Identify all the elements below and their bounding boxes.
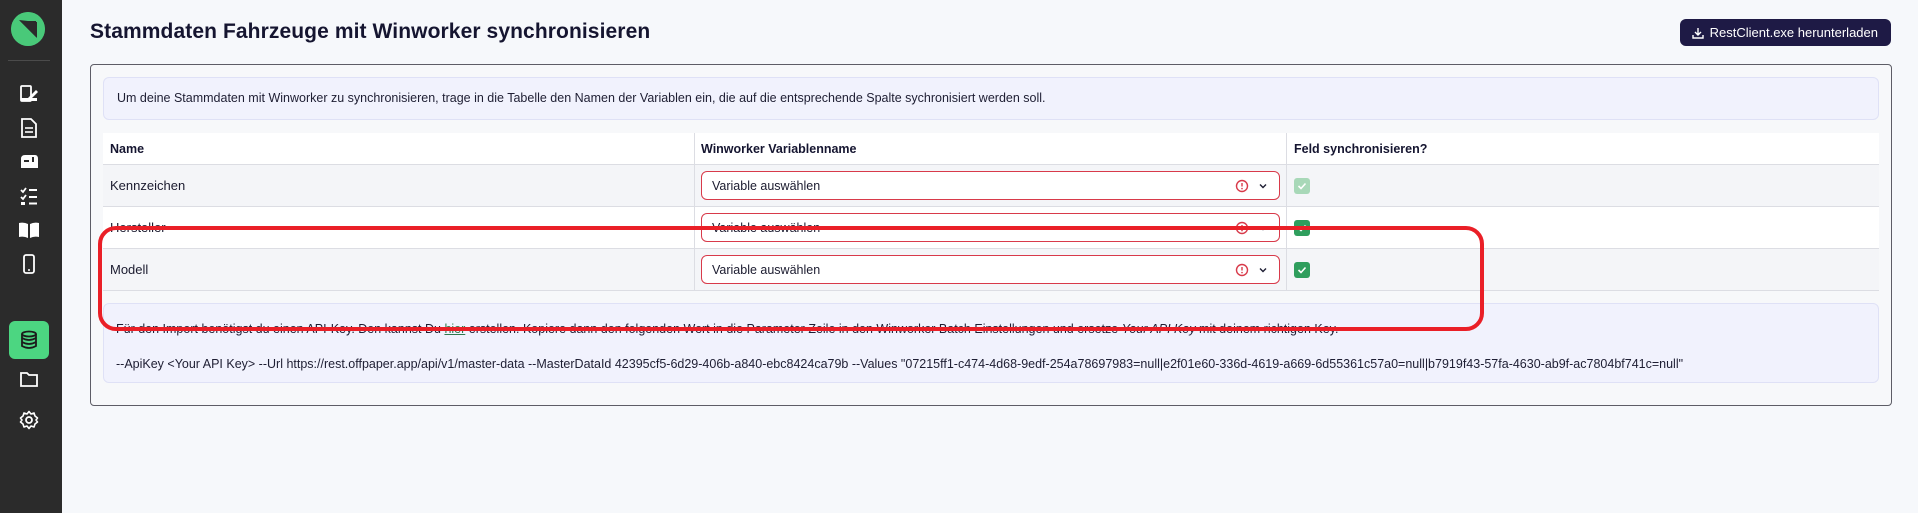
sync-checkbox[interactable] bbox=[1294, 177, 1310, 194]
header-variable: Winworker Variablenname bbox=[695, 133, 1287, 164]
sidebar-item-inbox[interactable] bbox=[9, 143, 49, 181]
checkmark-icon bbox=[1297, 182, 1307, 190]
import-text-part: erstellen. Kopiere dann den folgenden We… bbox=[465, 322, 1122, 336]
logo-icon bbox=[11, 12, 45, 46]
sidebar bbox=[0, 0, 62, 513]
sidebar-item-devices[interactable] bbox=[9, 245, 49, 283]
chevron-down-icon bbox=[1259, 226, 1267, 231]
document-icon bbox=[21, 118, 37, 138]
download-restclient-button[interactable]: RestClient.exe herunterladen bbox=[1679, 19, 1891, 46]
row-name: Kennzeichen bbox=[103, 165, 695, 206]
header-name: Name bbox=[103, 133, 695, 164]
mobile-icon bbox=[23, 254, 35, 274]
download-icon bbox=[1691, 27, 1704, 39]
mapping-table: Name Winworker Variablenname Feld synchr… bbox=[103, 133, 1879, 291]
table-row: Kennzeichen Variable auswählen bbox=[103, 165, 1879, 207]
sidebar-item-forms[interactable] bbox=[9, 75, 49, 113]
sidebar-item-manual[interactable] bbox=[9, 211, 49, 249]
folder-icon bbox=[20, 372, 38, 387]
info-box: Um deine Stammdaten mit Winworker zu syn… bbox=[103, 77, 1879, 120]
table-header: Name Winworker Variablenname Feld synchr… bbox=[103, 133, 1879, 165]
database-icon bbox=[21, 330, 37, 349]
variable-select[interactable]: Variable auswählen bbox=[701, 213, 1280, 242]
import-text-part: Für den Import benötigst du einen API-Ke… bbox=[116, 322, 445, 336]
header-sync: Feld synchronisieren? bbox=[1294, 141, 1428, 156]
sidebar-item-tasks[interactable] bbox=[9, 177, 49, 215]
alert-circle-icon bbox=[1235, 221, 1249, 235]
sync-checkbox[interactable] bbox=[1294, 219, 1310, 236]
sync-card: Um deine Stammdaten mit Winworker zu syn… bbox=[90, 64, 1892, 406]
book-icon bbox=[19, 222, 39, 238]
download-button-label: RestClient.exe herunterladen bbox=[1709, 25, 1878, 40]
batch-parameter-command[interactable]: --ApiKey <Your API Key> --Url https://re… bbox=[116, 357, 1683, 371]
app-logo[interactable] bbox=[11, 12, 45, 46]
table-row: Modell Variable auswählen bbox=[103, 249, 1879, 291]
table-row: Hersteller Variable auswählen bbox=[103, 207, 1879, 249]
api-key-link[interactable]: hier bbox=[444, 322, 465, 336]
edit-form-icon bbox=[20, 85, 38, 102]
checkmark-icon bbox=[1297, 224, 1307, 232]
chevron-down-icon bbox=[1259, 268, 1267, 273]
api-key-placeholder-text: Your API Key bbox=[1121, 322, 1196, 336]
row-name: Modell bbox=[103, 249, 695, 290]
select-value: Variable auswählen bbox=[712, 178, 821, 193]
sidebar-divider bbox=[8, 60, 50, 61]
sidebar-item-files[interactable] bbox=[9, 360, 49, 398]
import-text-part: mit deinem richtigen Key. bbox=[1195, 322, 1339, 336]
sync-checkbox[interactable] bbox=[1294, 261, 1310, 278]
main-content: Stammdaten Fahrzeuge mit Winworker synch… bbox=[62, 0, 1918, 513]
sidebar-item-settings[interactable] bbox=[9, 401, 49, 439]
checkmark-icon bbox=[1297, 266, 1307, 274]
variable-select[interactable]: Variable auswählen bbox=[701, 171, 1280, 200]
chevron-down-icon bbox=[1259, 184, 1267, 189]
gear-icon bbox=[19, 410, 39, 430]
select-value: Variable auswählen bbox=[712, 262, 821, 277]
page-title: Stammdaten Fahrzeuge mit Winworker synch… bbox=[90, 20, 651, 43]
alert-circle-icon bbox=[1235, 263, 1249, 277]
variable-select[interactable]: Variable auswählen bbox=[701, 255, 1280, 284]
import-instructions-text: Für den Import benötigst du einen API-Ke… bbox=[116, 322, 1338, 336]
checklist-icon bbox=[20, 187, 37, 205]
mailbox-icon bbox=[21, 155, 38, 168]
row-name: Hersteller bbox=[103, 207, 695, 248]
import-instructions: Für den Import benötigst du einen API-Ke… bbox=[103, 303, 1879, 383]
sidebar-item-master-data[interactable] bbox=[9, 321, 49, 359]
alert-circle-icon bbox=[1235, 179, 1249, 193]
select-value: Variable auswählen bbox=[712, 220, 821, 235]
sidebar-item-documents[interactable] bbox=[9, 109, 49, 147]
